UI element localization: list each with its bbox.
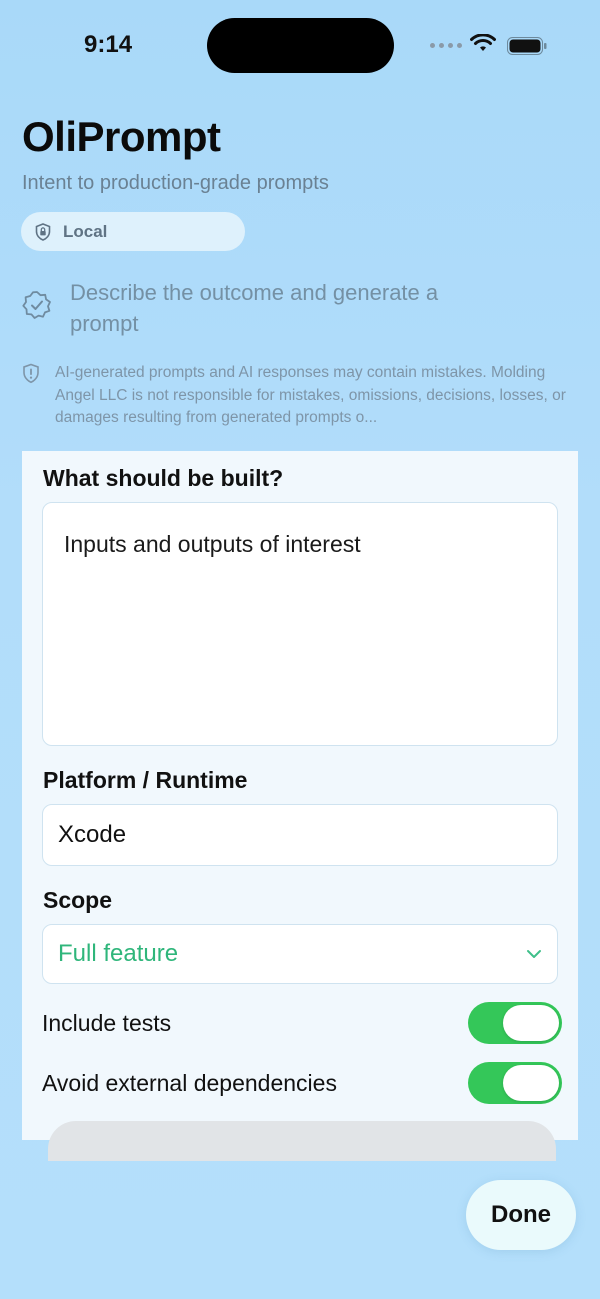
shield-exclamation-icon: [23, 363, 39, 384]
platform-value: Xcode: [58, 821, 127, 848]
status-bar: 9:14: [0, 0, 600, 92]
scope-select[interactable]: Full feature: [42, 924, 558, 984]
dynamic-island: [207, 18, 394, 73]
mode-label: Local: [63, 221, 108, 241]
build-description-input[interactable]: Inputs and outputs of interest: [42, 502, 558, 746]
scope-label: Scope: [43, 887, 113, 913]
status-time: 9:14: [84, 31, 133, 58]
scope-value: Full feature: [58, 940, 179, 967]
app-subtitle: Intent to production-grade prompts: [22, 172, 329, 194]
disclaimer-text: AI-generated prompts and AI responses ma…: [55, 364, 566, 426]
platform-label: Platform / Runtime: [43, 767, 248, 793]
battery-icon: [507, 37, 547, 55]
prompt-form: What should be built? Inputs and outputs…: [22, 451, 578, 1161]
done-button[interactable]: Done: [466, 1180, 576, 1250]
avoid-dependencies-label: Avoid external dependencies: [42, 1069, 337, 1096]
avoid-dependencies-toggle[interactable]: [468, 1062, 562, 1104]
mode-pill[interactable]: Local: [21, 212, 245, 251]
include-tests-label: Include tests: [42, 1009, 172, 1036]
include-tests-toggle[interactable]: [468, 1002, 562, 1044]
include-tests-row: Include tests: [42, 1001, 562, 1045]
signal-icon: [430, 43, 462, 48]
platform-input[interactable]: Xcode: [42, 804, 558, 866]
hint-text: Describe the outcome and generate a prom…: [70, 280, 439, 336]
done-label: Done: [491, 1201, 551, 1228]
build-label: What should be built?: [43, 465, 284, 491]
checkmark-seal-icon: [22, 291, 51, 319]
avoid-dependencies-row: Avoid external dependencies: [42, 1061, 562, 1105]
lock-shield-icon: [35, 222, 51, 241]
disclaimer: AI-generated prompts and AI responses ma…: [22, 362, 582, 432]
chevron-down-icon: [527, 950, 541, 958]
wifi-icon: [470, 34, 496, 51]
app-title: OliPrompt: [22, 113, 221, 160]
hint-row: Describe the outcome and generate a prom…: [22, 277, 542, 341]
generate-button[interactable]: [48, 1121, 556, 1161]
